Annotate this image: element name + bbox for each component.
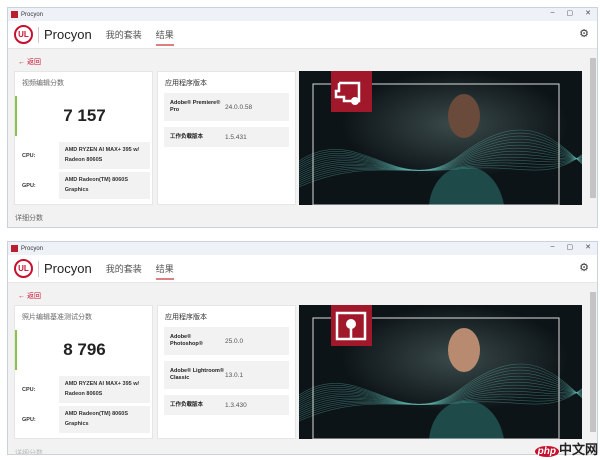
tab-results[interactable]: 结果 <box>155 21 174 49</box>
score-card: 照片编辑基准测试分数 8 796 CPU: AMD RYZEN AI MAX+ 3… <box>14 305 153 439</box>
cpu-value: AMD RYZEN AI MAX+ 395 w/ Radeon 8060S <box>58 142 150 169</box>
arrow-left-icon: ← <box>18 293 27 300</box>
hero-illustration <box>299 71 582 205</box>
minimize-button[interactable]: – <box>551 9 555 17</box>
version-value: 25.0.0 <box>225 337 244 345</box>
app-icon <box>11 245 18 252</box>
back-label: 返回 <box>26 59 41 66</box>
version-app: Adobe® Lightroom® Classic <box>170 368 224 381</box>
cpu-label: CPU: <box>22 152 36 159</box>
arrow-left-icon: ← <box>18 59 27 66</box>
version-value: 13.0.1 <box>225 371 244 379</box>
detail-scores-heading: 详细分数 <box>15 215 43 222</box>
tab-my-suites[interactable]: 我的套装 <box>106 255 142 283</box>
tab-my-suites[interactable]: 我的套装 <box>106 21 142 49</box>
version-app: Adobe® Premiere® Pro <box>170 100 221 113</box>
cpu-label: CPU: <box>22 386 36 393</box>
gpu-value: AMD Radeon(TM) 8060S Graphics <box>58 172 150 199</box>
app-window: Procyon – ▢ ✕ UL Procyon 我的套装 结果 ⚙ ← 返回 视频… <box>7 7 598 228</box>
version-value: 1.5.431 <box>225 133 247 141</box>
title-bar: Procyon – ▢ ✕ <box>8 242 597 255</box>
header: UL Procyon 我的套装 结果 ⚙ <box>8 255 597 283</box>
header: UL Procyon 我的套装 结果 ⚙ <box>8 21 597 49</box>
scrollbar[interactable] <box>590 292 596 432</box>
app-icon <box>11 11 18 18</box>
gpu-label: GPU: <box>22 416 36 423</box>
back-link[interactable]: ← 返回 <box>8 283 597 305</box>
gear-icon[interactable]: ⚙ <box>579 261 589 274</box>
version-row: 工作负载版本 1.3.430 <box>164 395 289 415</box>
version-row: Adobe® Premiere® Pro 24.0.0.58 <box>164 93 289 121</box>
maximize-button[interactable]: ▢ <box>567 9 574 17</box>
brand-name: Procyon <box>44 261 92 276</box>
window-title: Procyon <box>21 245 44 252</box>
version-value: 1.3.430 <box>225 401 247 409</box>
score-title: 照片编辑基准测试分数 <box>22 314 92 321</box>
gear-icon[interactable]: ⚙ <box>579 27 589 40</box>
back-link[interactable]: ← 返回 <box>8 49 597 71</box>
cpu-value: AMD RYZEN AI MAX+ 395 w/ Radeon 8060S <box>58 376 150 403</box>
ul-logo: UL <box>14 25 33 44</box>
title-bar: Procyon – ▢ ✕ <box>8 8 597 21</box>
watermark-logo: php 中文网 <box>534 439 598 458</box>
versions-card: 应用程序版本 Adobe® Photoshop® 25.0.0 Adobe® Ligh… <box>157 305 296 439</box>
version-row: Adobe® Photoshop® 25.0.0 <box>164 327 289 355</box>
hero-image <box>299 71 582 205</box>
versions-card: 应用程序版本 Adobe® Premiere® Pro 24.0.0.58 工作负载版… <box>157 71 296 205</box>
versions-title: 应用程序版本 <box>165 314 207 321</box>
close-button[interactable]: ✕ <box>585 9 591 17</box>
score-value: 8 796 <box>15 330 152 370</box>
score-title: 视频编辑分数 <box>22 80 64 87</box>
brand-name: Procyon <box>44 27 92 42</box>
maximize-button[interactable]: ▢ <box>567 243 574 251</box>
gpu-label: GPU: <box>22 182 36 189</box>
detail-scores-heading: 详细分数 <box>15 450 43 455</box>
back-label: 返回 <box>26 293 41 300</box>
tab-results[interactable]: 结果 <box>155 255 174 283</box>
version-app: 工作负载版本 <box>170 401 204 408</box>
versions-title: 应用程序版本 <box>165 80 207 87</box>
close-button[interactable]: ✕ <box>585 243 591 251</box>
ul-logo: UL <box>14 259 33 278</box>
scrollbar[interactable] <box>590 58 596 198</box>
hero-illustration <box>299 305 582 439</box>
window-title: Procyon <box>21 11 44 18</box>
score-value: 7 157 <box>15 96 152 136</box>
version-row: 工作负载版本 1.5.431 <box>164 127 289 147</box>
gpu-value: AMD Radeon(TM) 8060S Graphics <box>58 406 150 433</box>
score-card: 视频编辑分数 7 157 CPU: AMD RYZEN AI MAX+ 395 w… <box>14 71 153 205</box>
version-value: 24.0.0.58 <box>225 103 253 111</box>
version-row: Adobe® Lightroom® Classic 13.0.1 <box>164 361 289 389</box>
minimize-button[interactable]: – <box>551 243 555 251</box>
hero-image <box>299 305 582 439</box>
version-app: 工作负载版本 <box>170 133 204 140</box>
app-window: Procyon – ▢ ✕ UL Procyon 我的套装 结果 ⚙ ← 返回 照片… <box>7 241 598 455</box>
version-app: Adobe® Photoshop® <box>170 334 203 347</box>
